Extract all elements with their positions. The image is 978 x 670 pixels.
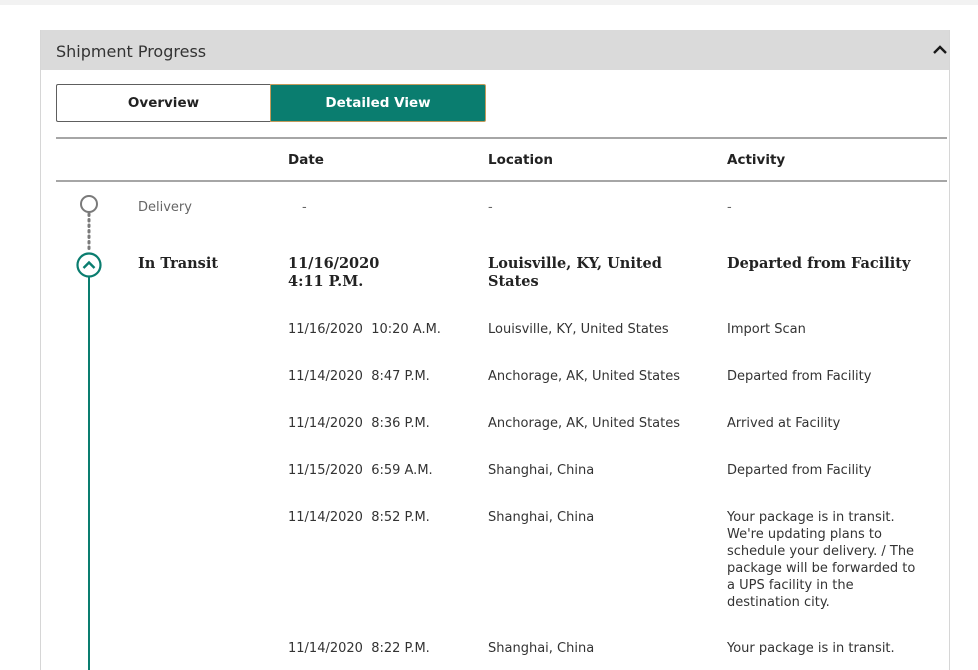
milestone-activity: Departed from Facility [727, 255, 911, 272]
milestone-date: - [302, 200, 307, 215]
milestone-date: 11/16/2020 4:11 P.M. [288, 255, 468, 291]
milestone-location: - [488, 200, 493, 215]
event-location: Shanghai, China [488, 463, 595, 478]
event-location: Shanghai, China [488, 641, 595, 656]
empty-circle-icon [80, 195, 98, 213]
chevron-up-circle-icon [76, 252, 102, 278]
event-activity: Departed from Facility [727, 369, 872, 384]
milestone-time-line: 4:11 P.M. [288, 273, 364, 290]
event-date: 11/14/2020 8:22 P.M. [288, 641, 430, 656]
milestone-location: Louisville, KY, United States [488, 255, 662, 290]
event-date: 11/14/2020 8:36 P.M. [288, 416, 430, 431]
milestone-date-line: 11/16/2020 [288, 255, 380, 272]
event-date: 11/15/2020 6:59 A.M. [288, 463, 433, 478]
event-location: Anchorage, AK, United States [488, 416, 681, 431]
event-activity: Arrived at Facility [727, 416, 841, 431]
milestone-activity: - [727, 200, 732, 215]
event-location: Shanghai, China [488, 510, 595, 525]
event-date: 11/14/2020 8:47 P.M. [288, 369, 430, 384]
event-activity: Departed from Facility [727, 463, 872, 478]
event-activity: Your package is in transit. [727, 641, 895, 656]
event-location: Louisville, KY, United States [488, 322, 669, 337]
event-location: Anchorage, AK, United States [488, 369, 681, 384]
event-date: 11/14/2020 8:52 P.M. [288, 510, 430, 525]
top-strip [0, 0, 978, 5]
milestone-status: In Transit [138, 255, 219, 272]
milestone-status: Delivery [138, 200, 192, 215]
shipment-progress-panel: Shipment Progress Overview Detailed View… [40, 30, 950, 670]
event-date: 11/16/2020 10:20 A.M. [288, 322, 441, 337]
event-activity: Import Scan [727, 322, 806, 337]
event-activity: Your package is in transit. We're updati… [727, 510, 916, 610]
